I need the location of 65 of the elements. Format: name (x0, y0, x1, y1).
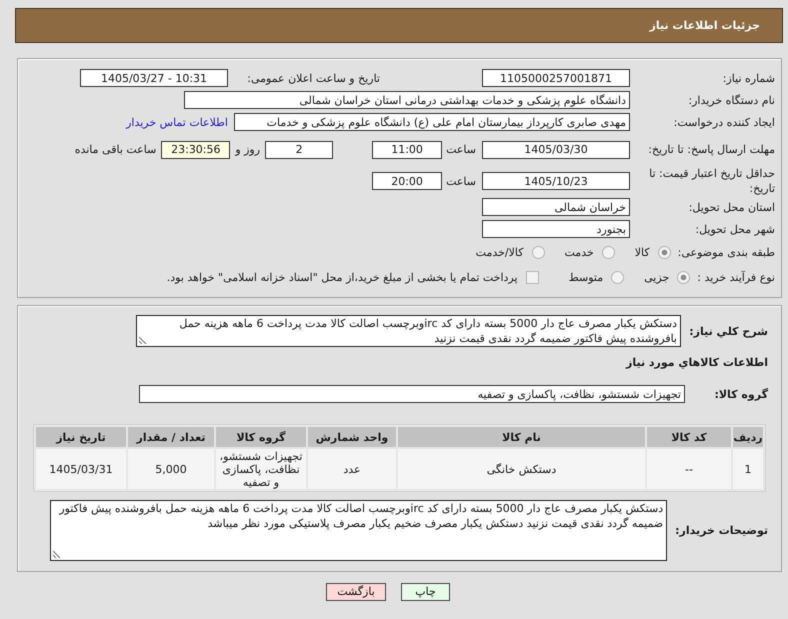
table-cell: عدد (308, 449, 396, 489)
buyer-notes-field[interactable]: دستکش یکبار مصرف عاج دار 5000 بسته دارای کد ircوبرچسب اصالت کالا مدت پرداخت 6 ماهه هزینه حمل بافروشنده پیش فاکتور ضمیمه گردد نقدی قیمت نزنید دستکش یکبار مصرف ضخیم یکبار مصرف پلاستیکی مورد نظر میباشد (50, 500, 668, 561)
checkbox-label: پرداخت تمام یا بخشی از مبلغ خرید،از محل "اسناد خزانه اسلامی" خواهد بود. (166, 270, 518, 284)
radio-button[interactable] (602, 246, 615, 258)
buyer-contact-link[interactable]: اطلاعات تماس خریدار (126, 116, 228, 128)
validity-time-field[interactable]: 20:00 (372, 172, 442, 190)
resize-grip-icon (53, 550, 62, 558)
deadline-date-field[interactable]: 1405/03/30 (482, 140, 630, 158)
table-cell: 5,000 (128, 449, 214, 489)
remaining-label: ساعت باقی مانده (74, 143, 156, 156)
column-header: کد کالا (647, 427, 731, 447)
resize-grip-icon (139, 336, 147, 344)
need-number-field[interactable]: 1105000257001871 (482, 69, 630, 87)
column-header: تاریخ نیاز (36, 427, 126, 447)
table-cell: 1 (733, 449, 763, 489)
remaining-time-field[interactable]: 23:30:56 (161, 140, 230, 158)
radio-button[interactable] (677, 270, 690, 284)
province-field[interactable]: خراسان شمالی (482, 198, 630, 216)
page-title: جزئیات اطلاعات نیاز (650, 19, 760, 32)
section-title: اطلاعات کالاهاي مورد نیاز (624, 355, 768, 371)
field-label: گروه کالا: (713, 388, 768, 400)
column-header: ردیف (733, 427, 763, 447)
column-header: گروه کالا (216, 427, 306, 447)
table-cell: تجهیزات شستشو، نظافت، پاکسازی و تصفیه (216, 449, 306, 489)
field-label: شهر محل تحویل: (694, 222, 775, 236)
field-label: شرح کلي نیاز: (688, 324, 768, 338)
field-label: نوع فرآیند خرید : (697, 270, 775, 284)
deadline-time-field[interactable]: 11:00 (372, 140, 442, 158)
field-label: حداقل تاریخ اعتبار قیمت: تا تاریخ: (648, 166, 775, 196)
field-label: تاریخ و ساعت اعلان عمومی: (246, 72, 380, 84)
description-field[interactable]: دستکش یکبار مصرف عاج دار 5000 بسته دارای کد ircوبرچسب اصالت کالا مدت پرداخت 6 ماهه هزینه حمل بافروشنده پیش فاکتور ضمیمه گردد نقدی قیمت نزنید (136, 315, 681, 347)
field-label: شماره نیاز: (722, 70, 775, 86)
days-label: روز و (235, 143, 260, 156)
field-label: مهلت ارسال پاسخ: تا تاریخ: (647, 142, 775, 157)
radio-label: کالا (634, 246, 650, 258)
column-header: نام کالا (398, 427, 645, 447)
print-button[interactable]: چاپ (401, 583, 450, 601)
validity-date-field[interactable]: 1405/10/23 (482, 172, 630, 190)
time-label: ساعت (446, 143, 476, 156)
checkbox[interactable] (526, 270, 539, 284)
table-cell: دستکش خانگی (398, 449, 645, 489)
field-label: استان محل تحویل: (688, 200, 775, 214)
field-label: نام دستگاه خریدار: (687, 92, 775, 108)
radio-label: متوسط (568, 270, 604, 284)
buyer-org-field[interactable]: دانشگاه علوم پزشکی و خدمات بهداشتی درمانی استان خراسان شمالی (184, 91, 630, 109)
field-label: طبقه بندی موضوعی: (678, 246, 775, 258)
back-button[interactable]: بازگشت (326, 583, 386, 601)
goods-group-field[interactable]: تجهیزات شستشو، نظافت، پاکسازی و تصفیه (139, 385, 685, 403)
radio-label: کالا/خدمت (476, 246, 524, 258)
requester-field[interactable]: مهدی صابری کارپرداز بیمارستان امام علی (ع) دانشگاه علوم پزشکی و خدمات (234, 113, 630, 131)
days-field[interactable]: 2 (265, 140, 334, 158)
radio-button[interactable] (611, 270, 624, 284)
column-header: تعداد / مقدار (128, 427, 214, 447)
radio-button[interactable] (658, 246, 671, 258)
column-header: واحد شمارش (308, 427, 396, 447)
radio-button[interactable] (532, 246, 544, 258)
radio-label: خدمت (564, 246, 594, 258)
field-label: توضیحات خریدار: (675, 524, 768, 537)
time-label: ساعت (446, 174, 476, 188)
table-cell: -- (647, 449, 731, 489)
city-field[interactable]: بجنورد (482, 220, 630, 238)
field-label: ایجاد کننده درخواست: (672, 114, 775, 130)
announce-datetime-field[interactable]: 1405/03/27 - 10:31 (80, 69, 228, 87)
table-cell: 1405/03/31 (36, 449, 126, 489)
radio-label: جزیی (644, 270, 670, 284)
